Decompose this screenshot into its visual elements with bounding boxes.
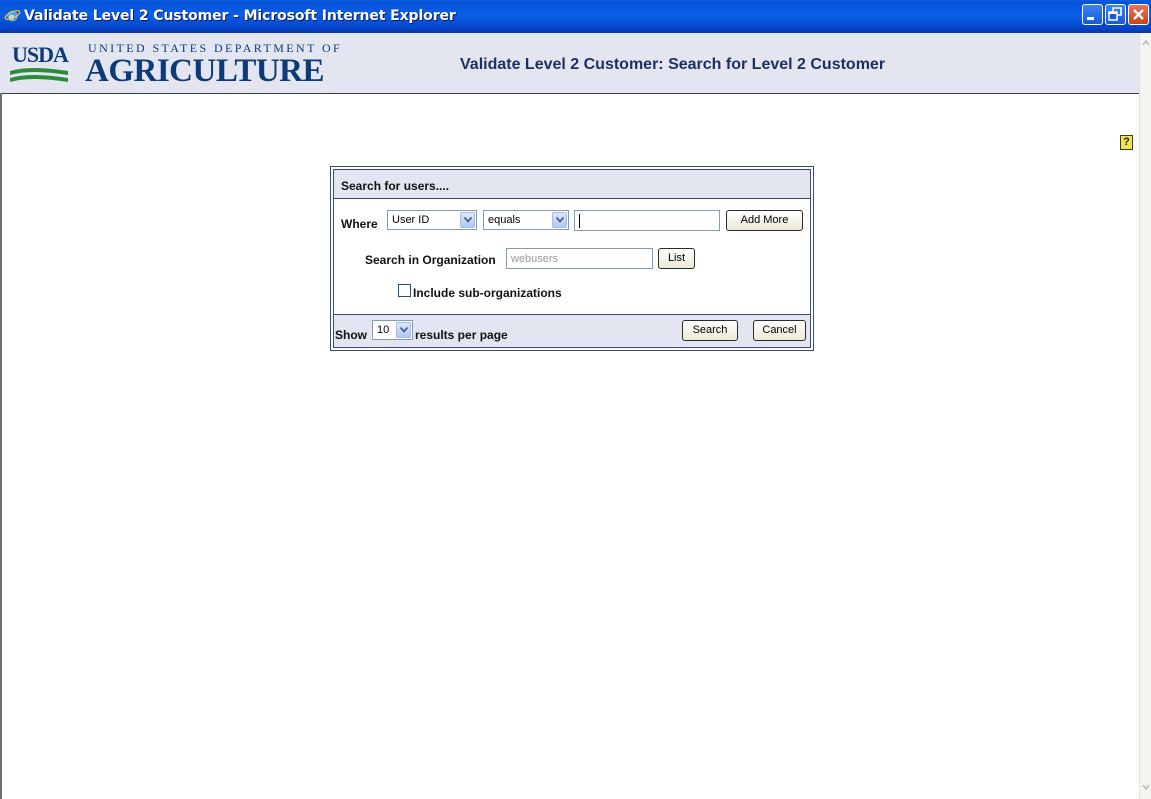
results-per-page-select[interactable]: 10: [372, 320, 413, 340]
chevron-down-icon[interactable]: [460, 212, 475, 228]
scroll-down-icon[interactable]: [1141, 781, 1151, 793]
organization-placeholder: webusers: [511, 253, 559, 265]
field-select[interactable]: User ID: [387, 210, 477, 230]
help-icon[interactable]: ?: [1120, 135, 1133, 150]
include-sub-organizations-label: Include sub-organizations: [413, 286, 562, 300]
chevron-down-icon[interactable]: [552, 212, 567, 228]
internet-explorer-icon: e: [4, 9, 21, 23]
usda-text: USDA: [12, 42, 69, 67]
search-panel-frame: Search for users.... Where User ID equal…: [333, 169, 811, 348]
scroll-up-icon[interactable]: [1141, 37, 1151, 49]
search-panel-body: Where User ID equals Add More Search in …: [334, 199, 810, 313]
show-label: Show: [335, 328, 367, 342]
search-panel-footer: Show 10 results per page Search Cancel: [334, 314, 810, 347]
usda-logo[interactable]: USDA UNITED STATES DEPARTMENT OF AGRICUL…: [10, 37, 340, 89]
close-button[interactable]: [1128, 4, 1149, 25]
search-panel: Search for users.... Where User ID equal…: [330, 166, 814, 351]
cancel-button[interactable]: Cancel: [753, 320, 806, 341]
restore-icon: [1108, 7, 1122, 21]
list-button[interactable]: List: [658, 248, 695, 269]
add-more-button[interactable]: Add More: [726, 210, 803, 231]
page-header: USDA UNITED STATES DEPARTMENT OF AGRICUL…: [0, 33, 1139, 94]
search-panel-header: Search for users....: [334, 170, 810, 199]
search-button[interactable]: Search: [682, 320, 738, 341]
search-panel-heading: Search for users....: [341, 179, 450, 193]
window-left-border: [0, 93, 2, 799]
minimize-icon: [1087, 17, 1094, 20]
text-caret: [579, 214, 580, 228]
operator-select[interactable]: equals: [483, 210, 569, 230]
restore-button[interactable]: [1105, 4, 1126, 25]
organization-label: Search in Organization: [365, 253, 496, 267]
where-label: Where: [341, 217, 378, 231]
results-per-page-label: results per page: [415, 328, 508, 342]
agriculture-text: AGRICULTURE: [85, 53, 325, 89]
results-per-page-value: 10: [377, 324, 390, 336]
operator-select-value: equals: [488, 214, 521, 226]
close-icon: [1133, 9, 1144, 20]
minimize-button[interactable]: [1082, 4, 1103, 25]
chevron-down-icon[interactable]: [396, 322, 411, 338]
include-sub-organizations-checkbox[interactable]: [398, 284, 411, 297]
page-title: Validate Level 2 Customer: Search for Le…: [460, 56, 886, 73]
search-value-input[interactable]: [574, 210, 720, 231]
window-title: Validate Level 2 Customer - Microsoft In…: [24, 8, 456, 24]
field-select-value: User ID: [392, 214, 430, 226]
organization-field[interactable]: webusers: [506, 248, 653, 269]
window-titlebar[interactable]: e Validate Level 2 Customer - Microsoft …: [0, 0, 1151, 33]
vertical-scrollbar[interactable]: [1139, 33, 1151, 799]
